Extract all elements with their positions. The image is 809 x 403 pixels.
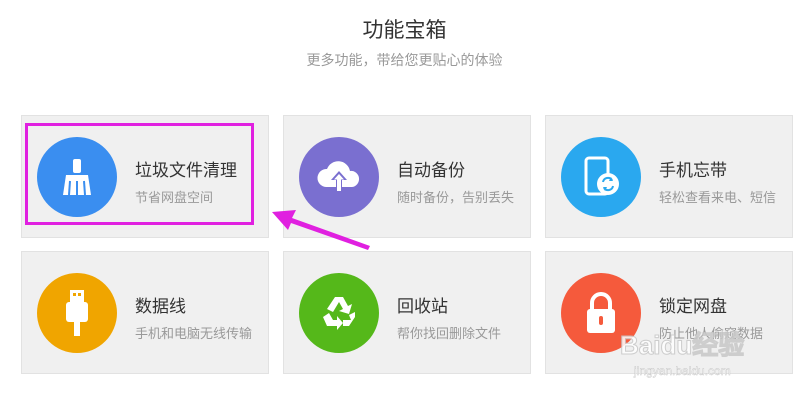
feature-desc: 轻松查看来电、短信 [659, 191, 777, 206]
usb-icon [37, 273, 117, 353]
feature-card-auto-backup[interactable]: 自动备份 随时备份，告别丢失 [283, 115, 531, 238]
feature-desc: 防止他人偷窥数据 [659, 327, 764, 342]
feature-desc: 随时备份，告别丢失 [397, 191, 515, 206]
feature-card-lock-drive[interactable]: 锁定网盘 防止他人偷窥数据 [545, 251, 793, 374]
cloud-upload-icon [299, 137, 379, 217]
feature-desc: 节省网盘空间 [135, 191, 214, 206]
feature-card-phone-forgotten[interactable]: 手机忘带 轻松查看来电、短信 [545, 115, 793, 238]
feature-name: 垃圾文件清理 [135, 161, 237, 181]
feature-name: 数据线 [135, 297, 186, 317]
feature-name: 手机忘带 [659, 161, 727, 181]
broom-icon [37, 137, 117, 217]
feature-desc: 帮你找回删除文件 [397, 327, 502, 342]
feature-card-junk-cleanup[interactable]: 垃圾文件清理 节省网盘空间 [21, 115, 269, 238]
feature-name: 自动备份 [397, 161, 465, 181]
recycle-icon [299, 273, 379, 353]
feature-card-data-cable[interactable]: 数据线 手机和电脑无线传输 [21, 251, 269, 374]
lock-icon [561, 273, 641, 353]
feature-name: 回收站 [397, 297, 448, 317]
feature-card-recycle-bin[interactable]: 回收站 帮你找回删除文件 [283, 251, 531, 374]
phone-sync-icon [561, 137, 641, 217]
feature-name: 锁定网盘 [659, 297, 727, 317]
feature-box-page: 功能宝箱 更多功能，带给您更贴心的体验 垃圾文件清理 节省网盘空间 自动备份 随… [0, 0, 809, 403]
feature-grid: 垃圾文件清理 节省网盘空间 自动备份 随时备份，告别丢失 手机忘带 轻松查看来电… [21, 115, 794, 375]
page-subtitle: 更多功能，带给您更贴心的体验 [306, 53, 503, 69]
page-title: 功能宝箱 [362, 18, 447, 42]
feature-desc: 手机和电脑无线传输 [135, 327, 253, 342]
